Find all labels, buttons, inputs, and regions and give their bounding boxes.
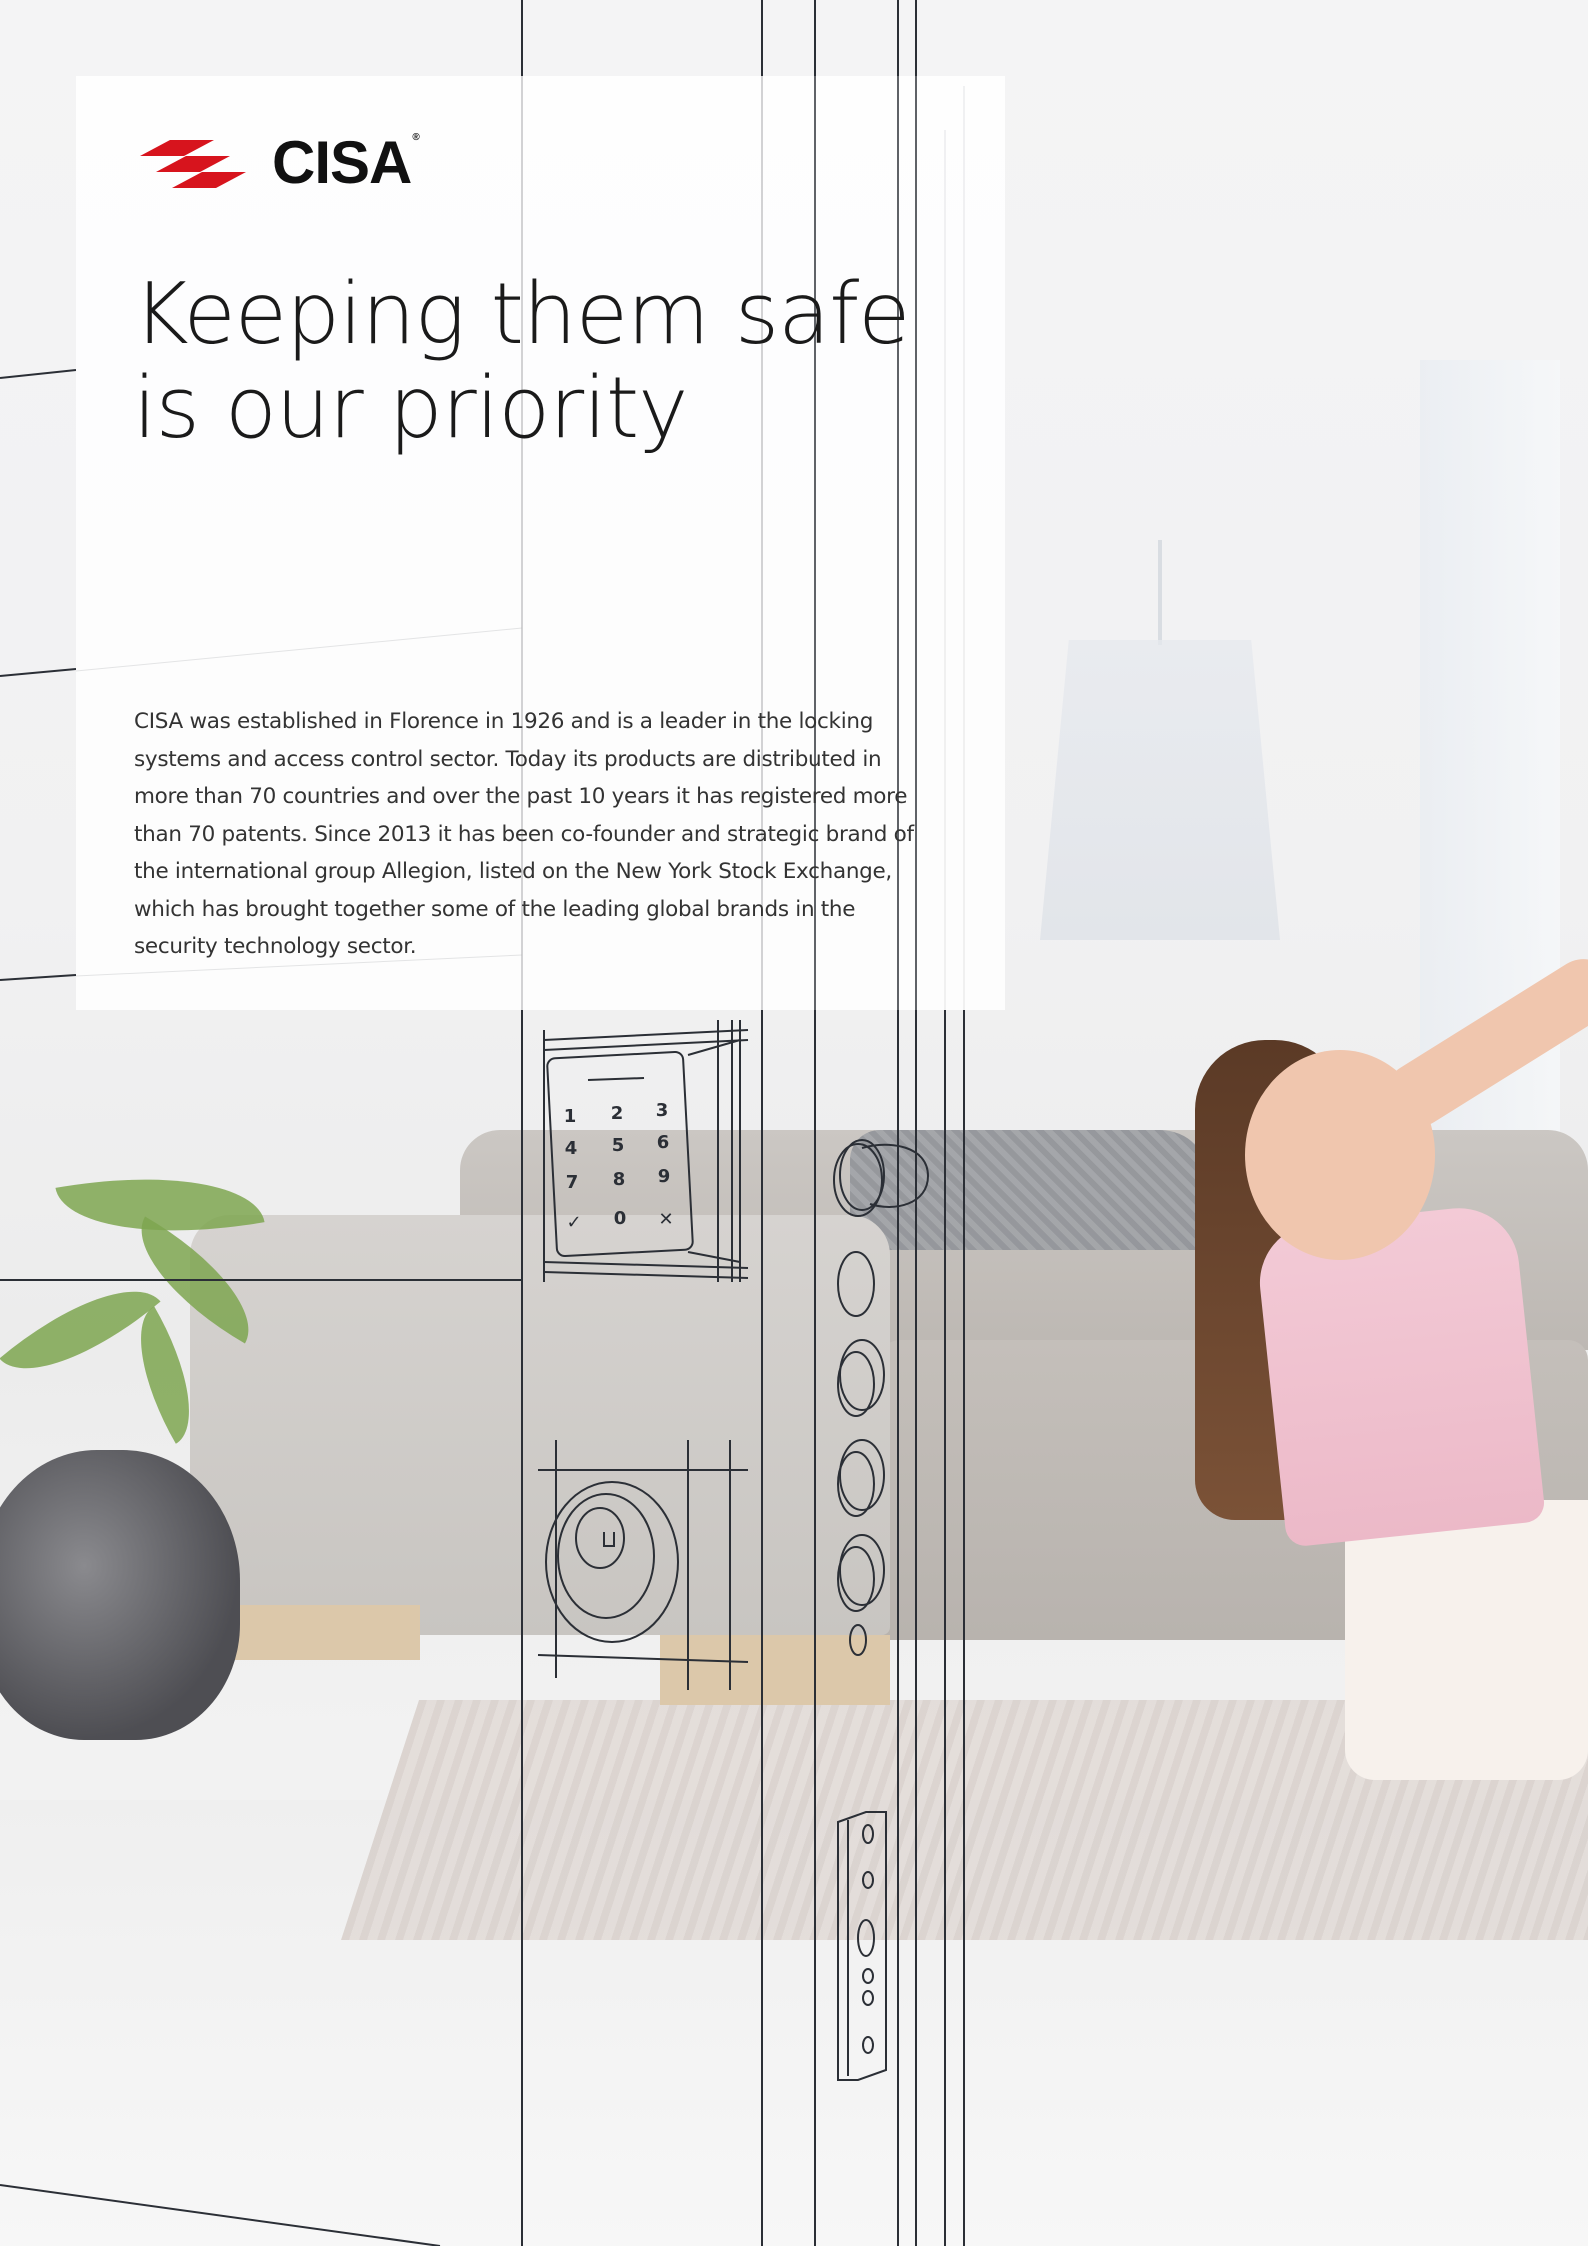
headline-line-1: Keeping them safe (133, 265, 910, 364)
brochure-page: 1 2 3 4 5 6 7 8 9 ✓ 0 ✕ CISA® Keeping th… (0, 0, 1588, 2246)
cisa-wordmark: CISA® (272, 129, 420, 196)
page-headline: Keeping them safe is our priority (133, 268, 973, 456)
company-description: CISA was established in Florence in 1926… (134, 709, 914, 959)
cisa-logo[interactable]: CISA® (140, 129, 420, 196)
headline-line-2: is our priority (133, 359, 688, 458)
cisa-logo-mark-icon (140, 140, 246, 188)
